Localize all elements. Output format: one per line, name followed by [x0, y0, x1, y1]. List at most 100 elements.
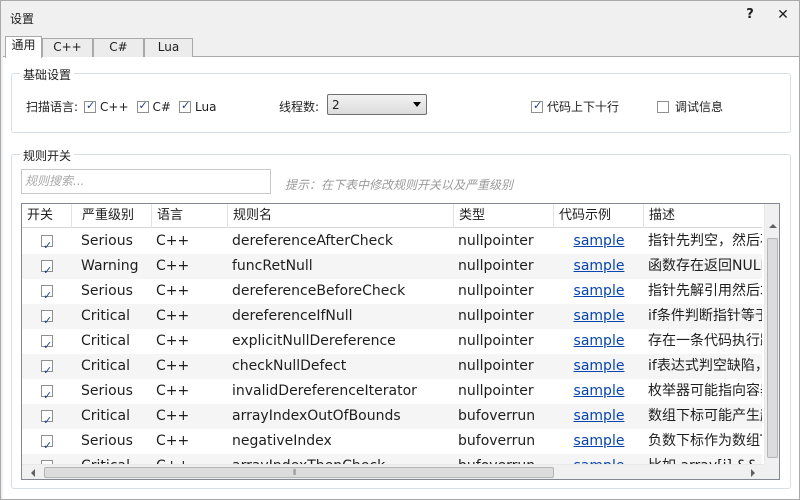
row-name-cell: dereferenceBeforeCheck	[232, 283, 406, 299]
sample-link[interactable]: sample	[554, 354, 644, 379]
sample-link[interactable]: sample	[554, 454, 644, 464]
row-severity-cell[interactable]: Warning	[77, 254, 152, 279]
table-row[interactable]: CriticalC++ explicitNullDereference nullpo…	[22, 329, 762, 354]
tab-cpp[interactable]: C++	[42, 38, 93, 57]
row-desc-cell: if条件判断指针等于	[648, 308, 762, 324]
row-lang-cell: C++	[156, 433, 190, 449]
rules-table: 开关 严重级别 语言 规则名 类型 代码示例 描述 SeriousC++dere…	[21, 203, 780, 480]
table-row[interactable]: SeriousC++ invalidDereferenceIterator null…	[22, 379, 762, 404]
row-severity-cell[interactable]: Serious	[77, 429, 152, 454]
horizontal-scroll-thumb[interactable]: ⦀	[44, 467, 554, 478]
rule-search-input[interactable]	[25, 174, 267, 188]
rule-enabled-checkbox[interactable]	[41, 283, 53, 304]
threads-select[interactable]: 2	[327, 94, 427, 115]
sample-link[interactable]: sample	[554, 329, 644, 354]
table-header: 开关 严重级别 语言 规则名 类型 代码示例 描述	[22, 204, 762, 228]
row-severity-cell[interactable]: Serious	[77, 229, 152, 254]
sample-link[interactable]: sample	[554, 229, 644, 254]
table-row[interactable]: CriticalC++ dereferenceIfNull nullpointer s…	[22, 304, 762, 329]
col-sample[interactable]: 代码示例	[554, 204, 644, 228]
row-lang-cell: C++	[156, 308, 190, 324]
row-severity-cell[interactable]: Critical	[77, 404, 152, 429]
table-row[interactable]: CriticalC++arrayIndexThenCheckbufoverrun…	[22, 454, 762, 464]
sample-link[interactable]: sample	[554, 279, 644, 304]
row-type-cell: bufoverrun	[454, 454, 554, 464]
tab-general[interactable]: 通用	[5, 36, 42, 58]
context-lines-checkbox[interactable]	[531, 99, 543, 113]
row-lang-cell: C++	[156, 358, 190, 374]
basic-settings-title: 基础设置	[20, 66, 75, 83]
row-type-cell: nullpointer	[458, 283, 534, 299]
row-lang-cell: C++	[156, 258, 190, 274]
debug-info-row: 调试信息	[657, 98, 723, 115]
table-row[interactable]: SeriousC++ dereferenceBeforeCheck nullpoin…	[22, 279, 762, 304]
rule-enabled-checkbox[interactable]	[41, 308, 53, 329]
tab-lua[interactable]: Lua	[144, 38, 193, 57]
scroll-up-icon[interactable]	[769, 224, 777, 228]
lang-csharp-label: C#	[152, 99, 171, 114]
col-language[interactable]: 语言	[152, 204, 228, 228]
rule-enabled-checkbox[interactable]	[41, 408, 53, 429]
col-severity[interactable]: 严重级别	[77, 204, 152, 228]
rule-enabled-checkbox[interactable]	[41, 358, 53, 379]
row-severity-cell[interactable]: Critical	[77, 354, 152, 379]
row-lang-cell: C++	[156, 408, 190, 424]
row-enabled-cell	[22, 304, 72, 329]
help-button[interactable]: ?	[743, 7, 757, 27]
col-rule-name[interactable]: 规则名	[228, 204, 454, 228]
row-severity-cell[interactable]: Critical	[77, 329, 152, 354]
chevron-down-icon	[413, 102, 421, 107]
lang-lua-checkbox[interactable]	[178, 99, 191, 113]
row-type-cell: nullpointer	[458, 233, 534, 249]
vertical-scrollbar[interactable]	[764, 204, 779, 464]
row-desc-cell: if表达式判空缺陷，	[648, 358, 762, 374]
sample-link[interactable]: sample	[554, 404, 644, 429]
row-type-cell: nullpointer	[458, 308, 534, 324]
table-row[interactable]: SeriousC++ negativeIndex bufoverrun sample负…	[22, 429, 762, 454]
rule-enabled-checkbox[interactable]	[41, 258, 53, 279]
table-row[interactable]: WarningC++ funcRetNull nullpointer sample函数…	[22, 254, 762, 279]
row-name-cell: negativeIndex	[232, 433, 332, 449]
sample-link[interactable]: sample	[554, 379, 644, 404]
col-enabled[interactable]: 开关	[22, 204, 72, 228]
close-button[interactable]: ✕	[775, 7, 791, 27]
scroll-corner	[764, 464, 779, 479]
threads-value: 2	[332, 98, 340, 112]
rules-group-title: 规则开关	[20, 147, 75, 164]
row-severity-cell[interactable]: Critical	[77, 304, 152, 329]
row-lang-cell: C++	[156, 383, 190, 399]
table-row[interactable]: SeriousC++ dereferenceAfterCheck nullpoint…	[22, 229, 762, 254]
lang-csharp-checkbox[interactable]	[136, 99, 149, 113]
row-name-cell: arrayIndexThenCheck	[228, 454, 454, 464]
row-desc-cell: 存在一条代码执行距	[648, 333, 762, 349]
scroll-left-icon[interactable]	[31, 469, 35, 477]
table-row[interactable]: CriticalC++ arrayIndexOutOfBounds bufoverr…	[22, 404, 762, 429]
lang-cpp-checkbox[interactable]	[84, 99, 97, 113]
sample-link[interactable]: sample	[554, 254, 644, 279]
rule-search-box[interactable]	[21, 169, 271, 194]
rule-enabled-checkbox[interactable]	[41, 383, 53, 404]
row-severity-cell[interactable]: Serious	[77, 279, 152, 304]
sample-link[interactable]: sample	[554, 429, 644, 454]
row-severity-cell[interactable]: Critical	[77, 454, 152, 464]
debug-info-checkbox[interactable]	[657, 100, 669, 113]
vertical-scroll-thumb[interactable]	[767, 238, 778, 458]
rule-enabled-checkbox[interactable]	[41, 333, 53, 354]
tab-csharp[interactable]: C#	[93, 38, 144, 57]
context-lines-label: 代码上下十行	[547, 100, 620, 114]
rules-hint: 提示：在下表中修改规则开关以及严重级别	[285, 178, 514, 192]
rule-enabled-checkbox[interactable]	[41, 233, 53, 254]
table-row[interactable]: CriticalC++ checkNullDefect nullpointer sam…	[22, 354, 762, 379]
horizontal-scrollbar[interactable]: ⦀	[22, 464, 764, 479]
scroll-right-icon[interactable]	[751, 469, 755, 477]
row-desc-cell: 比如 array[i] && i	[644, 454, 762, 464]
rule-enabled-checkbox[interactable]	[41, 433, 53, 454]
col-description[interactable]: 描述	[644, 204, 764, 228]
context-lines-row: 代码上下十行	[531, 98, 619, 115]
sample-link[interactable]: sample	[554, 304, 644, 329]
row-severity-cell[interactable]: Serious	[77, 379, 152, 404]
threads-label: 线程数:	[279, 100, 320, 114]
row-enabled-cell	[22, 229, 72, 254]
row-enabled-cell	[22, 254, 72, 279]
col-type[interactable]: 类型	[454, 204, 554, 228]
